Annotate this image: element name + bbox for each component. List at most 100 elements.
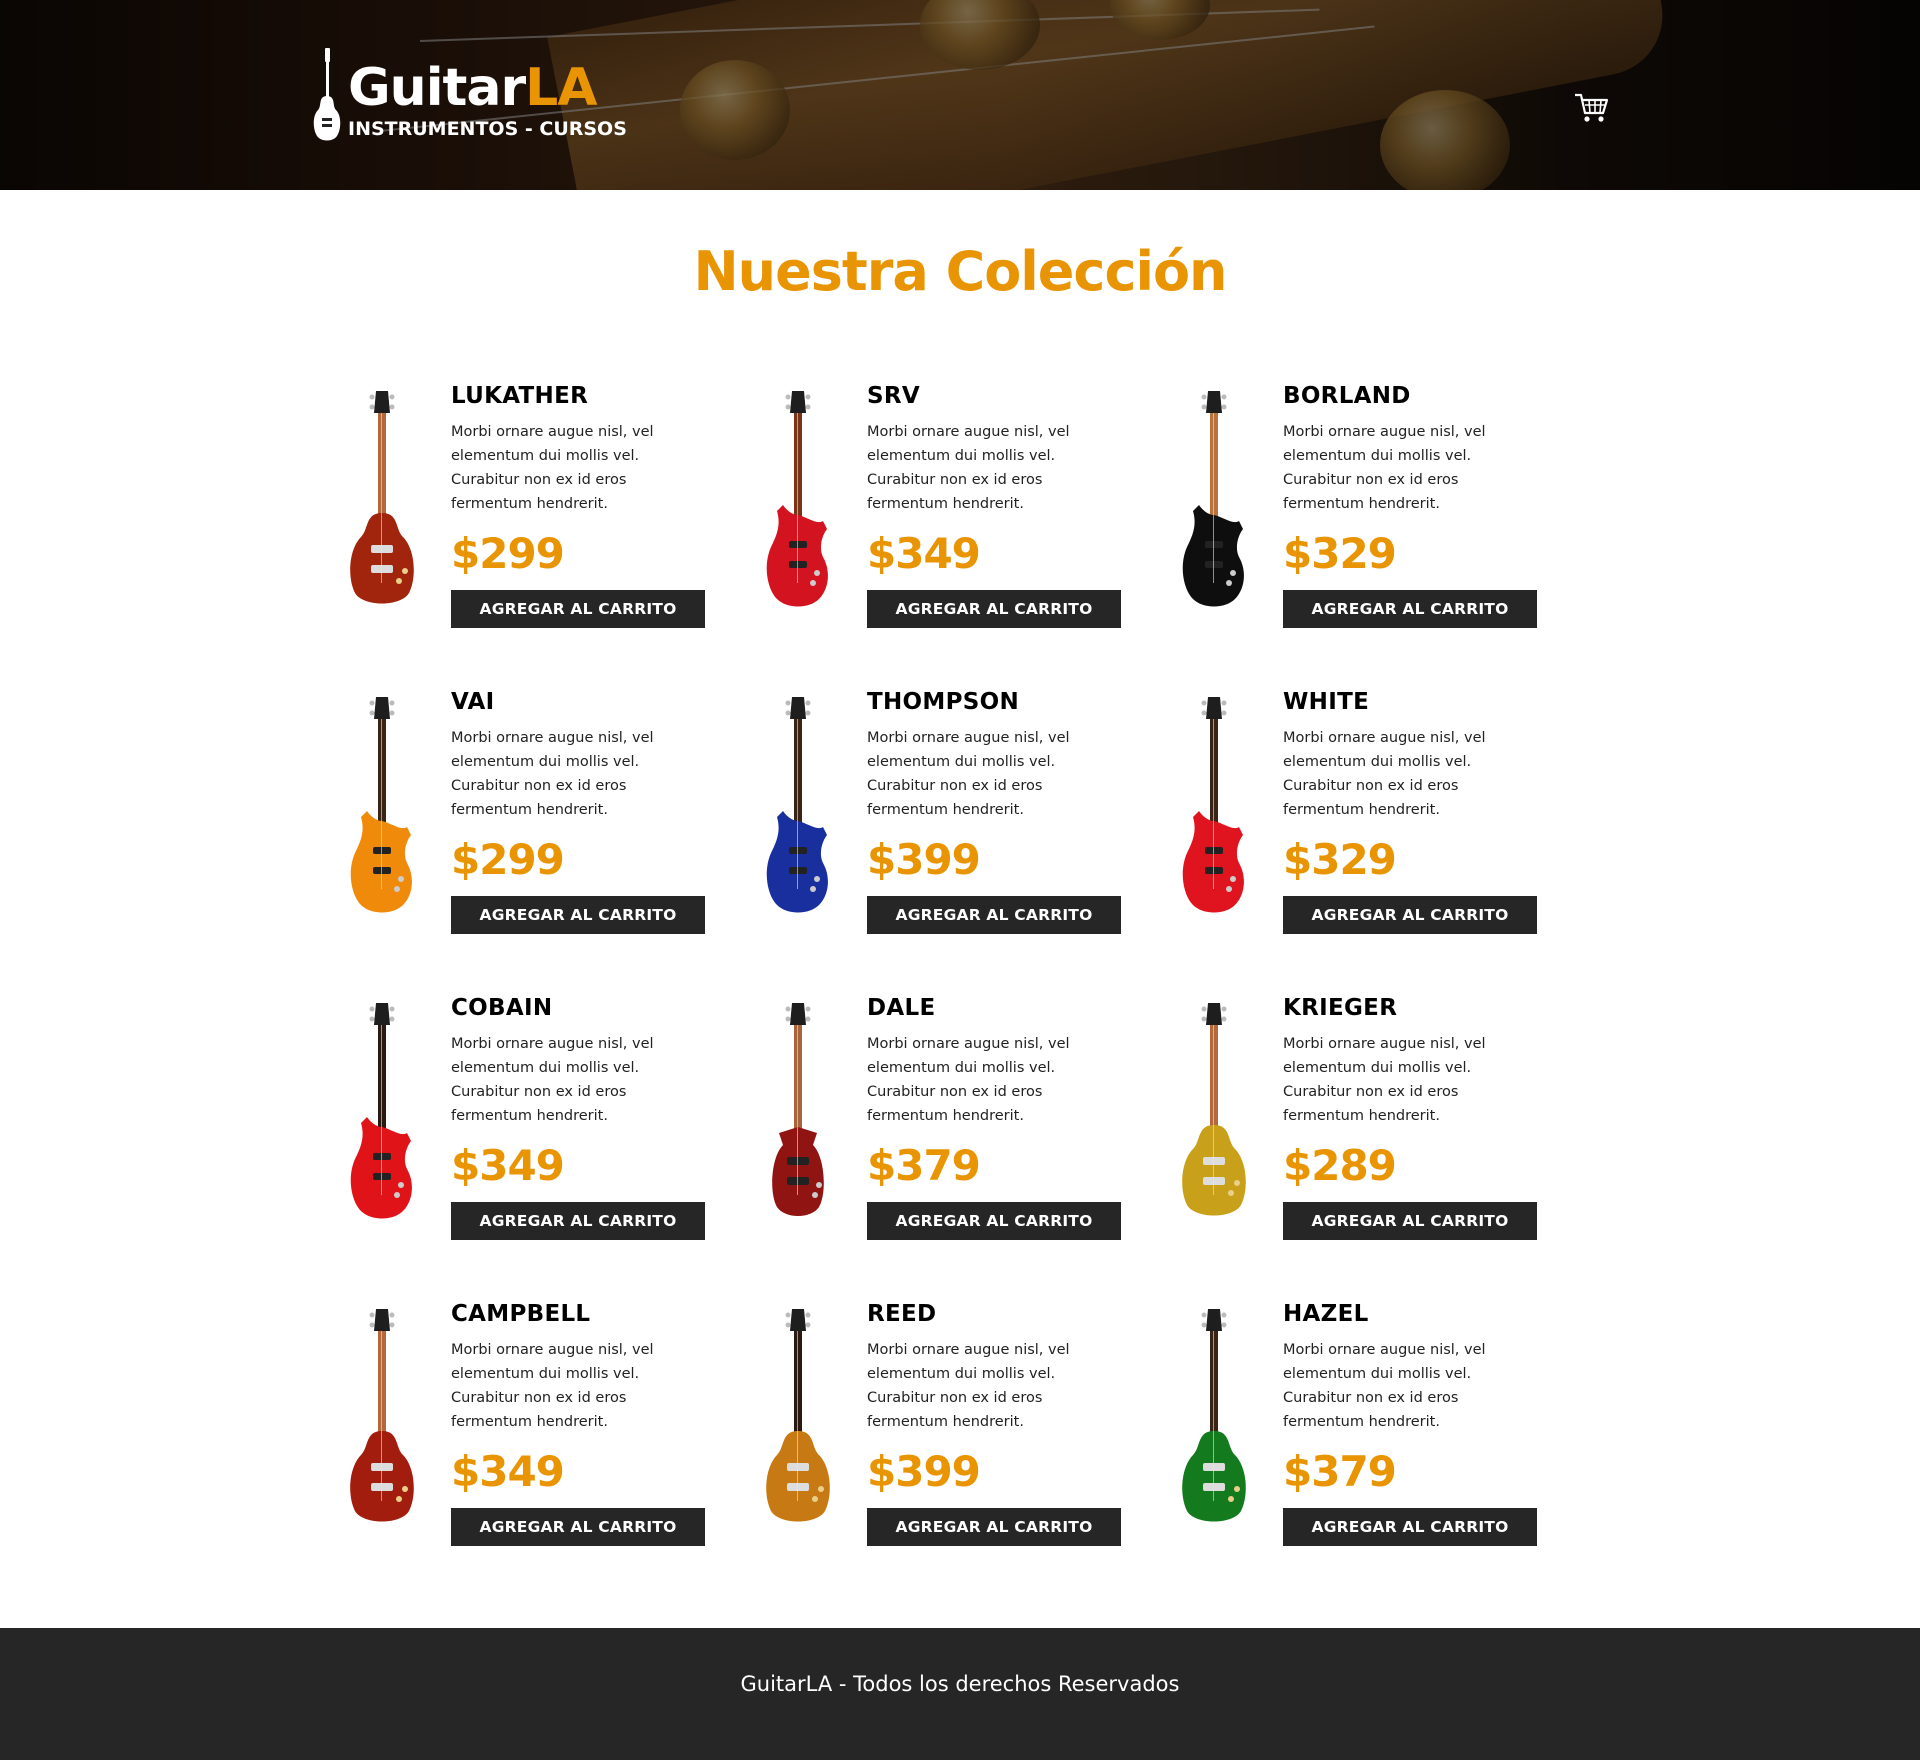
product-card: LUKATHER Morbi ornare augue nisl, vel ele… [327, 385, 727, 635]
site-logo[interactable]: GuitarLA INSTRUMENTOS - CURSOS [312, 48, 632, 148]
guitar-image [350, 697, 412, 913]
product-info: THOMPSON Morbi ornare augue nisl, vel ele… [867, 689, 1127, 935]
add-to-cart-button[interactable]: AGREGAR AL CARRITO [1283, 896, 1537, 935]
product-price: $329 [1283, 835, 1397, 884]
product-image [1159, 385, 1269, 625]
shopping-cart-icon [1575, 93, 1609, 122]
guitar-image [1182, 1003, 1246, 1216]
add-to-cart-button[interactable]: AGREGAR AL CARRITO [1283, 1202, 1537, 1241]
product-price: $349 [451, 1447, 565, 1496]
logo-subtitle: INSTRUMENTOS - CURSOS [348, 118, 627, 140]
guitar-image [350, 1309, 414, 1522]
product-info: LUKATHER Morbi ornare augue nisl, vel ele… [451, 383, 711, 629]
product-description: Morbi ornare augue nisl, vel elementum d… [451, 1342, 654, 1430]
product-card: THOMPSON Morbi ornare augue nisl, vel ele… [743, 691, 1143, 941]
product-info: CAMPBELL Morbi ornare augue nisl, vel ele… [451, 1301, 711, 1547]
product-name: DALE [867, 995, 936, 1021]
guitar-image [766, 391, 828, 607]
product-image [743, 1303, 853, 1543]
cart-button[interactable] [1574, 92, 1610, 124]
product-card: WHITE Morbi ornare augue nisl, vel elemen… [1159, 691, 1559, 941]
guitar-image [766, 697, 828, 913]
product-name: WHITE [1283, 689, 1370, 715]
page-title: Nuestra Colección [693, 240, 1227, 303]
logo-title-accent: LA [525, 58, 597, 118]
product-name: REED [867, 1301, 937, 1327]
guitar-image [772, 1003, 824, 1216]
product-name: CAMPBELL [451, 1301, 591, 1327]
product-card: HAZEL Morbi ornare augue nisl, vel elemen… [1159, 1303, 1559, 1553]
guitar-image [766, 1309, 830, 1522]
product-name: LUKATHER [451, 383, 589, 409]
product-image [743, 691, 853, 931]
product-description: Morbi ornare augue nisl, vel elementum d… [1283, 1036, 1486, 1124]
product-description: Morbi ornare augue nisl, vel elementum d… [451, 424, 654, 512]
add-to-cart-button[interactable]: AGREGAR AL CARRITO [867, 1508, 1121, 1547]
add-to-cart-button[interactable]: AGREGAR AL CARRITO [867, 590, 1121, 629]
guitar-image [1182, 1309, 1246, 1522]
guitar-logo-icon [313, 48, 341, 141]
product-image [743, 385, 853, 625]
product-info: COBAIN Morbi ornare augue nisl, vel eleme… [451, 995, 711, 1241]
product-price: $289 [1283, 1141, 1397, 1190]
add-to-cart-button[interactable]: AGREGAR AL CARRITO [451, 896, 705, 935]
product-name: THOMPSON [867, 689, 1020, 715]
header-overlay [0, 0, 1920, 190]
product-price: $299 [451, 529, 565, 578]
footer-copyright: GuitarLA - Todos los derechos Reservados [740, 1672, 1180, 1696]
product-price: $399 [867, 835, 981, 884]
guitar-image [350, 1003, 412, 1219]
product-image [1159, 997, 1269, 1237]
add-to-cart-button[interactable]: AGREGAR AL CARRITO [867, 1202, 1121, 1241]
product-image [743, 997, 853, 1237]
product-name: HAZEL [1283, 1301, 1369, 1327]
product-info: WHITE Morbi ornare augue nisl, vel elemen… [1283, 689, 1543, 935]
product-description: Morbi ornare augue nisl, vel elementum d… [451, 730, 654, 818]
product-description: Morbi ornare augue nisl, vel elementum d… [867, 1342, 1070, 1430]
product-image [327, 385, 437, 625]
product-name: BORLAND [1283, 383, 1411, 409]
site-header: GuitarLA INSTRUMENTOS - CURSOS [0, 0, 1920, 190]
product-name: SRV [867, 383, 920, 409]
product-card: SRV Morbi ornare augue nisl, vel elementu… [743, 385, 1143, 635]
product-description: Morbi ornare augue nisl, vel elementum d… [1283, 730, 1486, 818]
product-description: Morbi ornare augue nisl, vel elementum d… [1283, 1342, 1486, 1430]
product-info: KRIEGER Morbi ornare augue nisl, vel elem… [1283, 995, 1543, 1241]
product-name: VAI [451, 689, 495, 715]
product-image [327, 997, 437, 1237]
guitar-image [1182, 391, 1244, 607]
add-to-cart-button[interactable]: AGREGAR AL CARRITO [451, 1508, 705, 1547]
product-description: Morbi ornare augue nisl, vel elementum d… [867, 424, 1070, 512]
product-description: Morbi ornare augue nisl, vel elementum d… [867, 1036, 1070, 1124]
product-card: BORLAND Morbi ornare augue nisl, vel elem… [1159, 385, 1559, 635]
product-info: VAI Morbi ornare augue nisl, vel elementu… [451, 689, 711, 935]
product-price: $349 [867, 529, 981, 578]
product-name: COBAIN [451, 995, 553, 1021]
guitar-image [350, 391, 414, 604]
product-card: VAI Morbi ornare augue nisl, vel elementu… [327, 691, 727, 941]
guitar-image [1182, 697, 1244, 913]
product-card: CAMPBELL Morbi ornare augue nisl, vel ele… [327, 1303, 727, 1553]
product-info: SRV Morbi ornare augue nisl, vel elementu… [867, 383, 1127, 629]
logo-title: GuitarLA [348, 62, 598, 114]
product-price: $379 [867, 1141, 981, 1190]
add-to-cart-button[interactable]: AGREGAR AL CARRITO [867, 896, 1121, 935]
product-description: Morbi ornare augue nisl, vel elementum d… [867, 730, 1070, 818]
add-to-cart-button[interactable]: AGREGAR AL CARRITO [451, 1202, 705, 1241]
product-description: Morbi ornare augue nisl, vel elementum d… [1283, 424, 1486, 512]
product-price: $349 [451, 1141, 565, 1190]
product-price: $399 [867, 1447, 981, 1496]
add-to-cart-button[interactable]: AGREGAR AL CARRITO [451, 590, 705, 629]
product-info: REED Morbi ornare augue nisl, vel element… [867, 1301, 1127, 1547]
product-image [1159, 691, 1269, 931]
product-info: DALE Morbi ornare augue nisl, vel element… [867, 995, 1127, 1241]
add-to-cart-button[interactable]: AGREGAR AL CARRITO [1283, 1508, 1537, 1547]
add-to-cart-button[interactable]: AGREGAR AL CARRITO [1283, 590, 1537, 629]
product-card: COBAIN Morbi ornare augue nisl, vel eleme… [327, 997, 727, 1247]
product-name: KRIEGER [1283, 995, 1398, 1021]
product-image [327, 1303, 437, 1543]
product-image [1159, 1303, 1269, 1543]
product-card: KRIEGER Morbi ornare augue nisl, vel elem… [1159, 997, 1559, 1247]
site-footer: GuitarLA - Todos los derechos Reservados [0, 1628, 1920, 1760]
product-grid: LUKATHER Morbi ornare augue nisl, vel ele… [327, 385, 1593, 1555]
